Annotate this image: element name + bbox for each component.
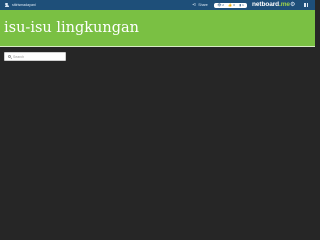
search-box[interactable]: [4, 52, 66, 61]
board-canvas[interactable]: [0, 66, 315, 210]
netboard-logo[interactable]: netboard.me: [252, 0, 290, 10]
logo-suffix: .me: [279, 1, 290, 8]
likes-count: 0: [233, 2, 235, 7]
board-header: isu-isu lingkungan: [0, 10, 315, 47]
views-count: 2: [222, 2, 224, 7]
top-navigation-bar: sitirismadayani ⋖ Share 👁 2 👍 0 ▮ 1 netb…: [0, 0, 315, 10]
bookmarks-count: 1: [242, 2, 244, 7]
search-icon: [8, 55, 11, 58]
board-title: isu-isu lingkungan: [4, 20, 139, 36]
board-stats: 👁 2 👍 0 ▮ 1: [214, 2, 247, 8]
views-stat: 👁 2: [217, 3, 224, 8]
eye-icon: 👁: [217, 2, 222, 7]
share-button[interactable]: ⋖ Share: [192, 1, 208, 9]
share-label: Share: [198, 3, 208, 7]
user-icon: [4, 2, 9, 8]
thumb-icon: 👍: [228, 2, 233, 7]
grid-icon[interactable]: [304, 2, 309, 8]
user-account[interactable]: sitirismadayani: [4, 1, 36, 9]
share-icon: ⋖: [192, 2, 197, 8]
likes-stat[interactable]: 👍 0: [228, 3, 235, 8]
username-label: sitirismadayani: [12, 3, 36, 7]
logo-text: netboard: [252, 1, 280, 8]
gear-icon[interactable]: ⚙: [290, 0, 295, 10]
search-input[interactable]: [13, 53, 65, 60]
bookmarks-stat[interactable]: ▮ 1: [239, 3, 243, 8]
bookmark-icon: ▮: [239, 2, 242, 7]
